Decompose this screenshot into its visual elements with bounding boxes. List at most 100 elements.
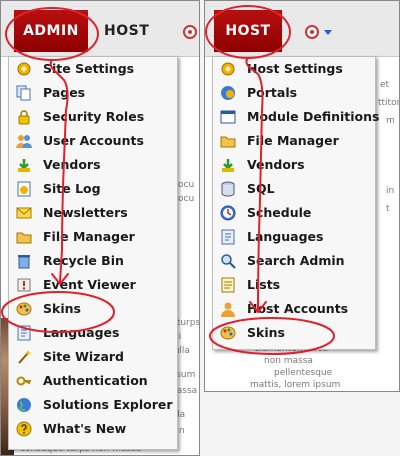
menu-item-site-settings[interactable]: Site Settings [9,57,177,81]
recycle-icon [16,253,32,269]
menu-item-file-manager[interactable]: File Manager [213,129,375,153]
clock-icon [220,205,236,221]
menu-item-newsletters[interactable]: Newsletters [9,201,177,225]
pages-icon [16,85,32,101]
menu-item-host-settings[interactable]: Host Settings [213,57,375,81]
nav-arrow-icon[interactable] [182,24,200,40]
admin-top-bar: ADMIN HOST [0,0,200,57]
menu-item-sql[interactable]: SQL [213,177,375,201]
menu-item-languages[interactable]: Languages [9,321,177,345]
background-text: mattis, lorem ipsum [250,380,341,390]
menu-item-label: Site Settings [43,61,135,76]
menu-item-label: Solutions Explorer [43,397,173,412]
right-screenshot: HOST et ttitor m in t elementum eros non… [204,0,400,392]
person-icon [220,301,236,317]
menu-item-label: Authentication [43,373,148,388]
languages-icon [220,229,236,245]
menu-item-label: Schedule [247,205,312,220]
menu-item-label: Languages [247,229,324,244]
menu-item-label: File Manager [43,229,135,244]
menu-item-skins[interactable]: Skins [9,297,177,321]
menu-item-label: Event Viewer [43,277,136,292]
menu-item-security-roles[interactable]: Security Roles [9,105,177,129]
menu-item-label: Portals [247,85,298,100]
palette-icon [220,325,236,341]
background-text: ttitor [378,98,400,108]
key-icon [16,373,32,389]
menu-item-label: Languages [43,325,120,340]
menu-item-module-definitions[interactable]: Module Definitions [213,105,379,129]
lock-icon [16,109,32,125]
menu-item-label: Search Admin [247,253,345,268]
menu-item-user-accounts[interactable]: User Accounts [9,129,177,153]
menu-item-lists[interactable]: Lists [213,273,375,297]
menu-item-event-viewer[interactable]: Event Viewer [9,273,177,297]
background-text: t [386,204,390,214]
tab-host[interactable]: HOST [104,10,149,52]
background-text: m [386,116,395,126]
menu-item-label: Pages [43,85,86,100]
globe-icon [16,397,32,413]
tab-admin[interactable]: ADMIN [14,10,88,52]
menu-item-schedule[interactable]: Schedule [213,201,375,225]
menu-item-label: SQL [247,181,275,196]
gear-icon [16,61,32,77]
background-text: et [380,80,390,90]
users-icon [16,133,32,149]
menu-item-label: User Accounts [43,133,144,148]
menu-item-file-manager[interactable]: File Manager [9,225,177,249]
host-dropdown-menu: Host Settings Portals Module Definitions… [212,56,379,350]
menu-item-authentication[interactable]: Authentication [9,369,177,393]
portals-icon [220,85,236,101]
menu-item-label: Host Accounts [247,301,349,316]
gear-icon [220,61,236,77]
menu-item-label: Security Roles [43,109,145,124]
envelope-icon [16,205,32,221]
list-icon [220,277,236,293]
menu-item-label: Newsletters [43,205,128,220]
menu-item-label: Host Settings [247,61,343,76]
menu-item-label: File Manager [247,133,339,148]
menu-item-solutions-explorer[interactable]: Solutions Explorer [9,393,177,417]
menu-item-vendors[interactable]: Vendors [9,153,177,177]
menu-item-host-accounts[interactable]: Host Accounts [213,297,375,321]
menu-item-label: Module Definitions [247,109,380,124]
background-text: pellentesque [274,368,333,378]
menu-item-label: Vendors [247,157,305,172]
menu-item-label: Site Wizard [43,349,124,364]
menu-item-portals[interactable]: Portals [213,81,375,105]
menu-item-site-log[interactable]: Site Log [9,177,177,201]
palette-icon [16,301,32,317]
menu-item-site-wizard[interactable]: Site Wizard [9,345,177,369]
menu-item-label: Skins [247,325,285,340]
menu-item-label: Lists [247,277,281,292]
menu-item-label: What's New [43,421,127,436]
menu-item-search-admin[interactable]: Search Admin [213,249,375,273]
menu-item-label: Skins [43,301,81,316]
background-text: in [386,186,395,196]
languages-icon [16,325,32,341]
menu-item-languages[interactable]: Languages [213,225,375,249]
window-icon [220,109,236,125]
menu-item-recycle-bin[interactable]: Recycle Bin [9,249,177,273]
wand-icon [16,349,32,365]
folder-icon [220,133,236,149]
vendors-icon [16,157,32,173]
menu-item-whats-new[interactable]: What's New [9,417,177,441]
log-icon [16,181,32,197]
menu-item-skins[interactable]: Skins [213,321,375,345]
background-text: ocu [178,180,195,190]
nav-arrow-icon[interactable] [304,24,332,40]
database-icon [220,181,236,197]
vendors-icon [220,157,236,173]
menu-item-label: Vendors [43,157,101,172]
left-screenshot: ADMIN HOST ocu ocu et, turps atti nulla … [0,0,200,456]
background-text: non massa [264,356,313,366]
menu-item-pages[interactable]: Pages [9,81,177,105]
host-top-bar: HOST [204,0,400,57]
menu-item-vendors[interactable]: Vendors [213,153,375,177]
tab-host[interactable]: HOST [214,10,282,52]
folder-icon [16,229,32,245]
menu-item-label: Recycle Bin [43,253,124,268]
event-icon [16,277,32,293]
